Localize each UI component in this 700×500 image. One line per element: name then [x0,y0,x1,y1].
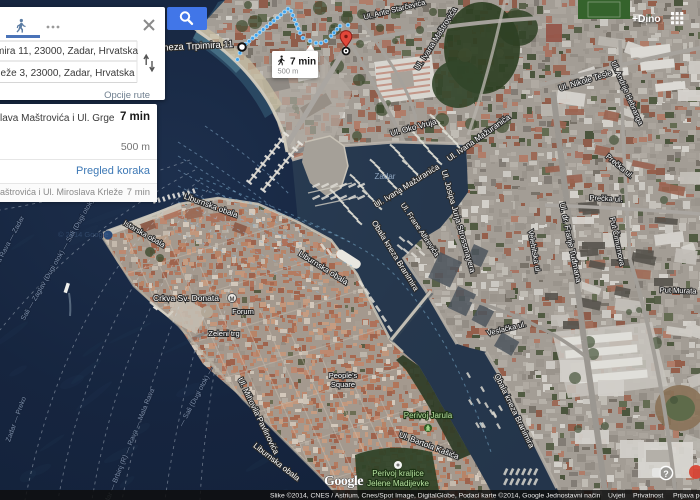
svg-text:500 m: 500 m [278,67,299,76]
svg-text:© 2014 Google: © 2014 Google [58,230,109,239]
svg-text:Put Murata: Put Murata [660,285,698,295]
svg-text:Perivoj Jarula: Perivoj Jarula [404,411,453,420]
svg-text:rleže 3, 23000, Zadar, Hrvatsk: rleže 3, 23000, Zadar, Hrvatska [0,68,135,79]
svg-text:Opcije rute: Opcije rute [104,90,150,100]
svg-text:Perivoj kraljice: Perivoj kraljice [372,469,424,478]
svg-text:People's: People's [329,371,358,380]
svg-text:M: M [230,297,235,303]
svg-text:Privatnost: Privatnost [633,492,663,499]
svg-text:Jelene Madijevke: Jelene Madijevke [367,479,429,488]
svg-text:Zadar: Zadar [375,172,396,181]
svg-text:mira 11, 23000, Zadar, Hrvatsk: mira 11, 23000, Zadar, Hrvatska [0,46,139,57]
svg-text:Prijava pogreške: Prijava pogreške [673,492,700,499]
svg-text:Prečka ul.: Prečka ul. [589,193,623,204]
svg-text:Crkva Sv. Donata: Crkva Sv. Donata [153,293,219,303]
svg-text:Google: Google [324,474,363,489]
svg-text:+Dino: +Dino [632,13,660,25]
svg-text:Zeleni trg: Zeleni trg [208,329,239,338]
svg-text:Square: Square [331,380,355,389]
svg-text:Jednostavni način: Jednostavni način [546,492,601,499]
svg-text:Uvjeti: Uvjeti [608,492,625,499]
svg-text:Slike ©2014, CNES / Astrium, C: Slike ©2014, CNES / Astrium, Cnes/Spot I… [270,491,544,499]
svg-text:Forum: Forum [232,307,254,316]
svg-text:?: ? [663,469,669,479]
